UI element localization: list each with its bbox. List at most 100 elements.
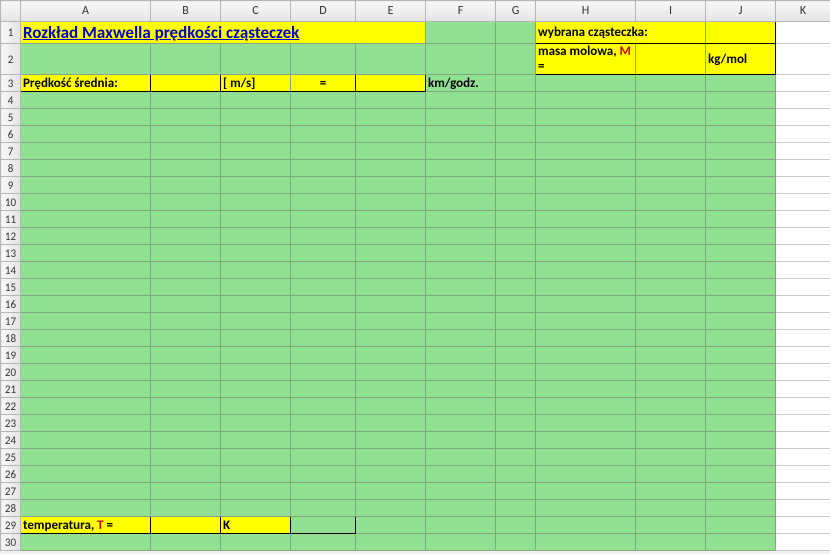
row-header-2[interactable]: 2 bbox=[1, 44, 21, 75]
col-header-I[interactable]: I bbox=[636, 1, 706, 22]
cell-I8[interactable] bbox=[636, 160, 706, 177]
cell-H13[interactable] bbox=[536, 245, 636, 262]
temperature-label[interactable]: temperatura, T = bbox=[21, 517, 151, 534]
cell-C5[interactable] bbox=[221, 109, 291, 126]
cell-E8[interactable] bbox=[356, 160, 426, 177]
cell-J8[interactable] bbox=[706, 160, 776, 177]
cell-C24[interactable] bbox=[221, 432, 291, 449]
cell-I12[interactable] bbox=[636, 228, 706, 245]
cell-K13[interactable] bbox=[776, 245, 830, 262]
cell-K20[interactable] bbox=[776, 364, 830, 381]
cell-A27[interactable] bbox=[21, 483, 151, 500]
cell-F18[interactable] bbox=[426, 330, 496, 347]
row-header-20[interactable]: 20 bbox=[1, 364, 21, 381]
cell-K6[interactable] bbox=[776, 126, 830, 143]
col-header-H[interactable]: H bbox=[536, 1, 636, 22]
row-header-25[interactable]: 25 bbox=[1, 449, 21, 466]
cell-J7[interactable] bbox=[706, 143, 776, 160]
cell-A6[interactable] bbox=[21, 126, 151, 143]
cell-E2[interactable] bbox=[356, 44, 426, 75]
cell-K22[interactable] bbox=[776, 398, 830, 415]
cell-B10[interactable] bbox=[151, 194, 221, 211]
molar-mass-value[interactable] bbox=[636, 44, 706, 75]
cell-G3[interactable] bbox=[496, 75, 536, 92]
cell-H3[interactable] bbox=[536, 75, 636, 92]
cell-H27[interactable] bbox=[536, 483, 636, 500]
cell-F6[interactable] bbox=[426, 126, 496, 143]
cell-J4[interactable] bbox=[706, 92, 776, 109]
cell-D10[interactable] bbox=[291, 194, 356, 211]
cell-G10[interactable] bbox=[496, 194, 536, 211]
cell-G7[interactable] bbox=[496, 143, 536, 160]
avg-speed-equals[interactable]: = bbox=[291, 75, 356, 92]
cell-E24[interactable] bbox=[356, 432, 426, 449]
cell-D4[interactable] bbox=[291, 92, 356, 109]
cell-H6[interactable] bbox=[536, 126, 636, 143]
cell-H7[interactable] bbox=[536, 143, 636, 160]
cell-D24[interactable] bbox=[291, 432, 356, 449]
cell-I26[interactable] bbox=[636, 466, 706, 483]
cell-G30[interactable] bbox=[496, 534, 536, 551]
title-cell[interactable]: Rozkład Maxwella prędkości cząsteczek bbox=[21, 22, 426, 44]
cell-F20[interactable] bbox=[426, 364, 496, 381]
cell-H30[interactable] bbox=[536, 534, 636, 551]
cell-K11[interactable] bbox=[776, 211, 830, 228]
cell-I9[interactable] bbox=[636, 177, 706, 194]
cell-G11[interactable] bbox=[496, 211, 536, 228]
row-header-1[interactable]: 1 bbox=[1, 22, 21, 44]
cell-D28[interactable] bbox=[291, 500, 356, 517]
cell-B18[interactable] bbox=[151, 330, 221, 347]
cell-J10[interactable] bbox=[706, 194, 776, 211]
cell-G28[interactable] bbox=[496, 500, 536, 517]
molar-mass-unit[interactable]: kg/mol bbox=[706, 44, 776, 75]
cell-C14[interactable] bbox=[221, 262, 291, 279]
cell-B5[interactable] bbox=[151, 109, 221, 126]
cell-C17[interactable] bbox=[221, 313, 291, 330]
avg-speed-unit-ms[interactable]: [ m/s] bbox=[221, 75, 291, 92]
cell-E18[interactable] bbox=[356, 330, 426, 347]
cell-K2[interactable] bbox=[776, 44, 830, 75]
cell-B13[interactable] bbox=[151, 245, 221, 262]
avg-speed-label[interactable]: Prędkość średnia: bbox=[21, 75, 151, 92]
cell-G27[interactable] bbox=[496, 483, 536, 500]
cell-J25[interactable] bbox=[706, 449, 776, 466]
cell-H16[interactable] bbox=[536, 296, 636, 313]
cell-A9[interactable] bbox=[21, 177, 151, 194]
cell-G13[interactable] bbox=[496, 245, 536, 262]
cell-F14[interactable] bbox=[426, 262, 496, 279]
cell-D27[interactable] bbox=[291, 483, 356, 500]
cell-J28[interactable] bbox=[706, 500, 776, 517]
cell-D5[interactable] bbox=[291, 109, 356, 126]
col-header-B[interactable]: B bbox=[151, 1, 221, 22]
cell-F27[interactable] bbox=[426, 483, 496, 500]
cell-J18[interactable] bbox=[706, 330, 776, 347]
cell-A16[interactable] bbox=[21, 296, 151, 313]
cell-H28[interactable] bbox=[536, 500, 636, 517]
cell-H23[interactable] bbox=[536, 415, 636, 432]
row-header-26[interactable]: 26 bbox=[1, 466, 21, 483]
row-header-28[interactable]: 28 bbox=[1, 500, 21, 517]
cell-E23[interactable] bbox=[356, 415, 426, 432]
cell-D7[interactable] bbox=[291, 143, 356, 160]
cell-K26[interactable] bbox=[776, 466, 830, 483]
cell-E4[interactable] bbox=[356, 92, 426, 109]
cell-H20[interactable] bbox=[536, 364, 636, 381]
cell-D2[interactable] bbox=[291, 44, 356, 75]
cell-F1[interactable] bbox=[426, 22, 496, 44]
cell-J6[interactable] bbox=[706, 126, 776, 143]
row-header-4[interactable]: 4 bbox=[1, 92, 21, 109]
cell-D9[interactable] bbox=[291, 177, 356, 194]
cell-D25[interactable] bbox=[291, 449, 356, 466]
cell-J11[interactable] bbox=[706, 211, 776, 228]
cell-F9[interactable] bbox=[426, 177, 496, 194]
row-header-21[interactable]: 21 bbox=[1, 381, 21, 398]
cell-K14[interactable] bbox=[776, 262, 830, 279]
cell-B17[interactable] bbox=[151, 313, 221, 330]
cell-F21[interactable] bbox=[426, 381, 496, 398]
cell-A20[interactable] bbox=[21, 364, 151, 381]
cell-J27[interactable] bbox=[706, 483, 776, 500]
cell-E28[interactable] bbox=[356, 500, 426, 517]
cell-H26[interactable] bbox=[536, 466, 636, 483]
cell-B22[interactable] bbox=[151, 398, 221, 415]
cell-E15[interactable] bbox=[356, 279, 426, 296]
